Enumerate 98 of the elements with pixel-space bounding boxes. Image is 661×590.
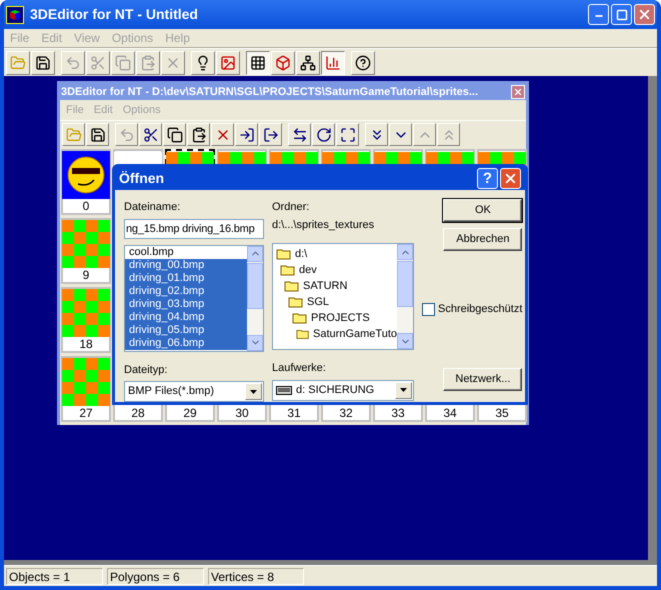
dropdown-arrow-icon — [250, 390, 257, 394]
folder-icon — [296, 328, 310, 340]
close-button[interactable] — [511, 85, 525, 99]
thumbnail-cell[interactable]: 9 — [61, 218, 111, 284]
open-folder-icon — [66, 126, 82, 142]
thumbnail-number: 32 — [339, 406, 353, 420]
close-button[interactable] — [500, 168, 521, 189]
smiley-thumbnail — [62, 151, 110, 199]
bitmap-list-entry[interactable]: cool.bmp — [125, 246, 247, 258]
folder-icon — [284, 280, 300, 292]
folder-icon — [280, 264, 296, 276]
close-icon — [503, 171, 518, 186]
cube-icon — [275, 54, 291, 70]
texture-thumbnail — [62, 289, 110, 337]
close-button[interactable] — [634, 4, 655, 25]
thumbnail-cell[interactable]: 27 — [61, 356, 111, 422]
undo-icon — [65, 54, 81, 70]
bitmap-list-entry[interactable]: driving_03.bmp — [125, 298, 247, 310]
status-panel: Objects = 1 — [6, 568, 103, 584]
save-icon — [90, 126, 106, 142]
folder-path: d:\...\sprites_textures — [272, 218, 376, 232]
open-folder-icon — [10, 54, 26, 70]
import-icon — [238, 126, 254, 142]
folder-icon — [276, 248, 292, 260]
tree-icon — [300, 54, 316, 70]
folder-icon — [292, 312, 308, 324]
copy-icon — [115, 54, 131, 70]
checkbox-label: Schreibgeschützt — [438, 302, 522, 317]
thumbnail-number: 33 — [391, 406, 405, 420]
help-button[interactable]: ? — [477, 168, 498, 189]
field-label: Ordner: — [272, 200, 310, 215]
scrollbar[interactable] — [397, 244, 413, 349]
scissors-icon — [142, 126, 158, 142]
bitmap-list-entry[interactable]: driving_00.bmp — [125, 258, 247, 272]
texture-thumbnail — [62, 358, 110, 406]
thumbnail-number: 27 — [79, 406, 93, 420]
dropdown-arrow-icon — [400, 388, 407, 392]
bitmap-list-entry[interactable]: driving_02.bmp — [125, 284, 247, 298]
paste-icon — [140, 54, 156, 70]
field-label: Dateityp: — [124, 362, 168, 378]
cancel-button[interactable]: Abbrechen — [443, 228, 522, 251]
help-icon — [355, 54, 371, 70]
thumbnail-cell[interactable]: 0 — [61, 149, 111, 215]
minimize-button[interactable] — [588, 4, 609, 25]
folder-item[interactable]: d:\ — [295, 246, 308, 262]
folder-item[interactable]: dev — [299, 262, 317, 278]
fit-icon — [340, 126, 356, 142]
scissors-icon — [90, 54, 106, 70]
paste-icon — [190, 126, 206, 142]
dropdown[interactable]: d: SICHERUNG — [272, 380, 414, 400]
rotate-icon — [316, 126, 332, 142]
field-label: Laufwerke: — [272, 361, 327, 376]
status-panel: Vertices = 8 — [208, 568, 304, 584]
window-title: 3DEditor for NT - Untitled — [30, 5, 199, 24]
field-label: Dateiname: — [124, 200, 182, 215]
folder-item[interactable]: PROJECTS — [311, 310, 370, 326]
folder-item[interactable]: SATURN — [303, 278, 348, 294]
dropdown[interactable]: BMP Files(*.bmp) — [124, 381, 264, 402]
undo-icon — [118, 126, 134, 142]
checkbox[interactable] — [422, 302, 435, 316]
child-window-title: 3DEditor for NT - D:\dev\SATURN\SGL\PROJECTS\SaturnGameTutorial\sprites... — [61, 84, 480, 100]
export-icon — [262, 126, 278, 142]
network-button[interactable]: Netzwerk... — [443, 368, 522, 390]
close-icon — [513, 87, 523, 97]
bitmap-list-entry[interactable]: driving_01.bmp — [125, 272, 247, 284]
folder-item[interactable]: SaturnGameTuto — [313, 326, 397, 342]
bitmap-list-entry[interactable]: driving_05.bmp — [125, 324, 247, 336]
texture-thumbnail — [62, 220, 110, 268]
copy-icon — [166, 126, 182, 142]
thumbnail-number: 18 — [79, 337, 93, 351]
thumbnail-number: 30 — [235, 406, 249, 420]
grid-icon — [250, 54, 266, 70]
dialog-title: Öffnen — [119, 169, 166, 188]
maximize-icon — [616, 8, 628, 20]
cube-icon — [6, 6, 24, 24]
folder-icon — [288, 296, 304, 308]
save-icon — [35, 54, 51, 70]
thumbnail-number: 31 — [287, 406, 301, 420]
status-panel: Polygons = 6 — [107, 568, 204, 584]
thumbnail-cell[interactable]: 18 — [61, 287, 111, 353]
filename-field[interactable]: ng_15.bmp driving_16.bmp — [124, 218, 264, 238]
texture-icon — [220, 54, 236, 70]
scrollbar[interactable] — [247, 246, 263, 350]
thumbnail-number: 0 — [82, 199, 90, 213]
toolbar-button[interactable] — [246, 50, 270, 74]
thumbnail-number: 34 — [443, 406, 457, 420]
bitmap-list-entry[interactable]: driving_06.bmp — [125, 336, 247, 350]
thumbnail-number: 29 — [183, 406, 197, 420]
thumbnail-number: 9 — [82, 268, 90, 282]
folder-item[interactable]: SGL — [307, 294, 330, 310]
thumbnail-number: 28 — [131, 406, 145, 420]
width-icon — [292, 126, 308, 142]
maximize-button[interactable] — [611, 4, 632, 25]
thumbnail-number: 35 — [495, 406, 509, 420]
close-icon — [637, 7, 652, 22]
ok-button[interactable]: OK — [443, 199, 522, 222]
drive-icon — [276, 386, 292, 394]
bitmap-list-entry[interactable]: driving_04.bmp — [125, 310, 247, 324]
